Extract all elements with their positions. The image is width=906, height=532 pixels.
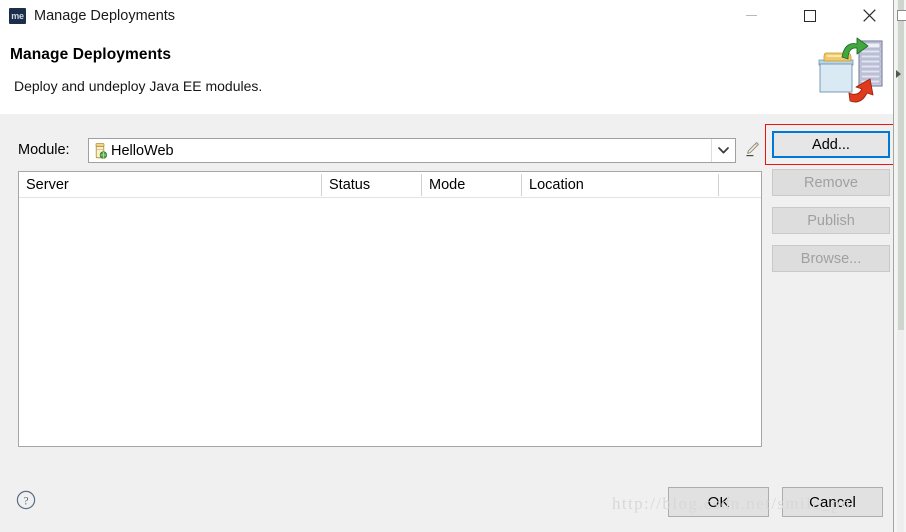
edge-marker-box	[897, 10, 906, 21]
column-header-server[interactable]: Server	[19, 172, 321, 198]
add-button[interactable]: Add...	[772, 131, 890, 158]
edge-caret-icon	[895, 66, 903, 78]
column-header-status[interactable]: Status	[322, 172, 421, 198]
cancel-button[interactable]: Cancel	[782, 487, 883, 517]
title-bar: me Manage Deployments	[0, 0, 893, 33]
remove-button[interactable]: Remove	[772, 169, 890, 196]
browse-button[interactable]: Browse...	[772, 245, 890, 272]
help-icon[interactable]: ?	[16, 490, 36, 510]
close-button[interactable]	[846, 0, 892, 31]
chevron-down-icon[interactable]	[711, 139, 735, 162]
maximize-icon	[804, 9, 816, 22]
edit-module-icon[interactable]	[744, 141, 760, 159]
svg-text:?: ?	[23, 495, 28, 507]
module-selected-value: HelloWeb	[111, 143, 174, 159]
column-header-location[interactable]: Location	[522, 172, 718, 198]
minimize-icon	[745, 15, 757, 16]
maximize-button[interactable]	[787, 0, 833, 31]
window-title: Manage Deployments	[34, 8, 176, 24]
manage-deployments-dialog: me Manage Deployments Manage Deployments…	[0, 0, 906, 532]
module-label: Module:	[18, 142, 70, 158]
column-header-mode[interactable]: Mode	[422, 172, 521, 198]
deployments-table[interactable]: Server Status Mode Location	[18, 171, 762, 447]
app-icon: me	[9, 8, 26, 24]
deployment-banner-icon	[815, 35, 889, 107]
column-divider[interactable]	[718, 174, 719, 196]
table-header-row: Server Status Mode Location	[19, 172, 761, 198]
minimize-button[interactable]	[728, 0, 774, 31]
publish-button[interactable]: Publish	[772, 207, 890, 234]
close-icon	[862, 9, 876, 22]
dialog-header: Manage Deployments Deploy and undeploy J…	[0, 32, 893, 115]
page-title: Manage Deployments	[10, 46, 172, 63]
module-combobox[interactable]: HelloWeb	[88, 138, 736, 163]
page-subtitle: Deploy and undeploy Java EE modules.	[14, 78, 263, 94]
table-body[interactable]	[19, 199, 761, 446]
ok-button[interactable]: OK	[668, 487, 769, 517]
jar-module-icon	[93, 143, 108, 159]
vertical-scrollbar-thumb[interactable]	[898, 0, 904, 330]
